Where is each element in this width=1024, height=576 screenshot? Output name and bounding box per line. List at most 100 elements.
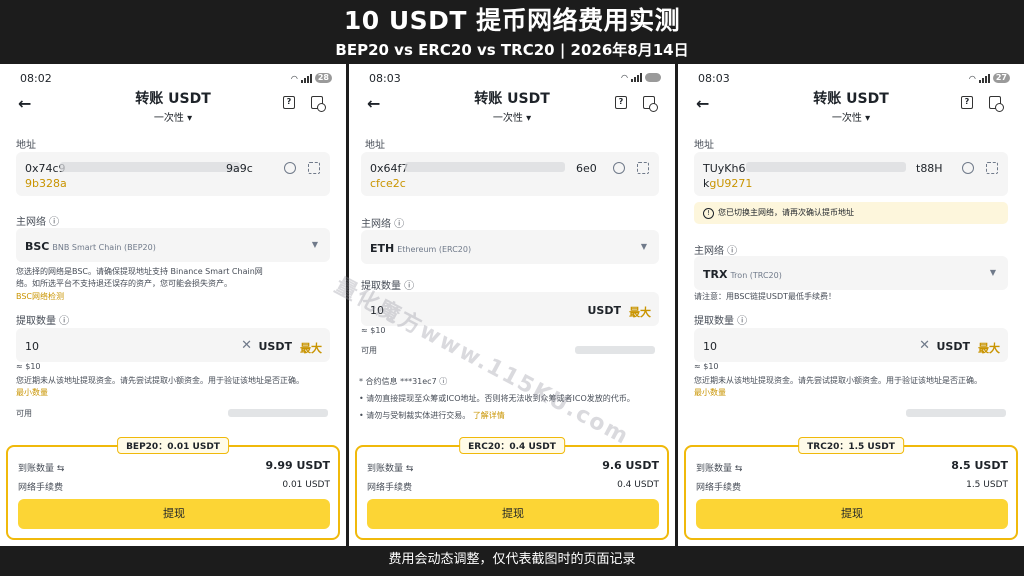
fee-row: 网络手续费 0.01 USDT	[18, 480, 330, 493]
summary-card: TRC20：1.5 USDT 到账数量 ⇆ 8.5 USDT 网络手续费 1.5 U…	[684, 437, 1018, 540]
network-name: Ethereum (ERC20)	[397, 245, 472, 254]
amount-input[interactable]: 10 ✕ USDT 最大	[694, 328, 1008, 362]
signal-icon	[631, 73, 642, 82]
available-redacted	[228, 409, 328, 417]
page-title: 10 USDT 提币网络费用实测	[343, 6, 681, 35]
network-select[interactable]: TRX Tron (TRC20) ▼	[694, 256, 1008, 290]
bep20-screen: 08:02 ◠ 28 ← 转账 USDT 一次性 ▾ ? 地址 0x74c9 9a…	[0, 64, 346, 546]
fee-row: 网络手续费 1.5 USDT	[696, 480, 1008, 493]
amount-label: 提取数量 ⓘ	[694, 316, 748, 327]
network-note: 您选择的网络是BSC。请确保提现地址支持 Binance Smart Chain…	[16, 267, 263, 288]
withdraw-button[interactable]: 提现	[18, 499, 330, 529]
receive-amount: 9.99 USDT	[265, 459, 330, 472]
sanction-warning: • 请勿与受制裁实体进行交易。 了解详情	[359, 411, 505, 420]
address-label: 地址	[16, 140, 36, 151]
page-subtitle: BEP20 vs ERC20 vs TRC20 | 2026年8月14日	[335, 41, 689, 59]
summary-card: BEP20：0.01 USDT 到账数量 ⇆ 9.99 USDT 网络手续费 0.0…	[6, 437, 340, 540]
wifi-icon: ◠	[621, 73, 628, 82]
help-icon[interactable]: ?	[615, 96, 627, 109]
status-bar: 08:03 ◠ 27	[698, 72, 1010, 86]
network-code: TRX Tron (TRC20)	[703, 268, 782, 281]
mode-selector[interactable]: 一次性 ▾	[349, 109, 675, 124]
help-icon[interactable]: ?	[961, 96, 973, 109]
erc20-screen: 08:03 ◠ ← 转账 USDT 一次性 ▾ ? 地址 0x64f7 6e0 …	[349, 64, 675, 546]
address-field[interactable]: TUyKh6 t88H kgU9271	[694, 152, 1008, 196]
status-time: 08:03	[369, 72, 401, 85]
fee-amount: 0.4 USDT	[617, 480, 659, 490]
receive-row: 到账数量 ⇆ 8.5 USDT	[696, 459, 1008, 474]
swap-icon: ⇆	[405, 464, 414, 474]
fee-amount: 1.5 USDT	[966, 480, 1008, 490]
receive-row: 到账数量 ⇆ 9.99 USDT	[18, 459, 330, 474]
help-icon[interactable]: ?	[283, 96, 295, 109]
amount-label: 提取数量 ⓘ	[361, 281, 415, 292]
min-amount-link[interactable]: 最小数量	[694, 387, 726, 399]
scan-icon[interactable]	[986, 162, 998, 174]
amount-unit: USDT	[258, 340, 293, 353]
address-book-icon[interactable]	[962, 162, 974, 174]
address-redacted	[60, 162, 240, 172]
fee-tag: ERC20：0.4 USDT	[459, 437, 565, 454]
available-redacted	[906, 409, 1006, 417]
learn-more-link[interactable]: 了解详情	[473, 411, 505, 420]
address-end: 6e0	[576, 162, 597, 175]
chevron-down-icon: ▼	[311, 240, 318, 249]
network-label: 主网络 ⓘ	[361, 219, 405, 230]
mode-selector[interactable]: 一次性 ▾	[0, 109, 346, 124]
address-book-icon[interactable]	[613, 162, 625, 174]
swap-icon: ⇆	[734, 464, 743, 474]
footer-note: 费用会动态调整，仅代表截图时的页面记录	[0, 546, 1024, 576]
max-button[interactable]: 最大	[629, 304, 651, 320]
receive-amount: 9.6 USDT	[602, 459, 659, 472]
network-select[interactable]: ETH Ethereum (ERC20) ▼	[361, 230, 659, 264]
mode-selector[interactable]: 一次性 ▾	[678, 109, 1024, 124]
amount-value: 10	[370, 304, 384, 317]
chevron-down-icon: ▼	[640, 242, 647, 251]
bsc-check-link[interactable]: BSC网络检测	[16, 291, 64, 303]
ico-warning: • 请勿直接提现至众筹或ICO地址。否则将无法收到众筹或者ICO发放的代币。	[359, 394, 635, 403]
address-book-icon[interactable]	[284, 162, 296, 174]
scan-icon[interactable]	[637, 162, 649, 174]
address-end: 9a9c	[226, 162, 253, 175]
clear-icon[interactable]: ✕	[241, 338, 252, 353]
network-name: BNB Smart Chain (BEP20)	[52, 243, 156, 252]
wifi-icon: ◠	[290, 73, 298, 83]
amount-input[interactable]: 10 ✕ USDT 最大	[16, 328, 330, 362]
amount-input[interactable]: 10 USDT 最大	[361, 292, 659, 326]
swap-icon: ⇆	[56, 464, 65, 474]
status-bar: 08:02 ◠ 28	[20, 72, 332, 86]
available-label: 可用	[361, 346, 377, 355]
network-note: 请注意：用BSC链提USDT最低手续费！	[694, 292, 836, 301]
max-button[interactable]: 最大	[978, 340, 1000, 356]
network-code: BSC BNB Smart Chain (BEP20)	[25, 240, 156, 253]
address-start: TUyKh6	[703, 162, 746, 175]
scan-icon[interactable]	[308, 162, 320, 174]
amount-value: 10	[25, 340, 39, 353]
status-time: 08:03	[698, 72, 730, 85]
chevron-down-icon: ▼	[989, 268, 996, 277]
amount-usd: ≈ $10	[16, 362, 41, 371]
summary-card: ERC20：0.4 USDT 到账数量 ⇆ 9.6 USDT 网络手续费 0.4 U…	[355, 437, 669, 540]
amount-unit: USDT	[587, 304, 622, 317]
mode-label: 一次性	[153, 113, 184, 124]
withdraw-button[interactable]: 提现	[696, 499, 1008, 529]
amount-label: 提取数量 ⓘ	[16, 316, 70, 327]
address-field[interactable]: 0x64f7 6e0 cfce2c	[361, 152, 659, 196]
signal-icon	[300, 73, 312, 83]
min-amount-link[interactable]: 最小数量	[16, 387, 48, 399]
mode-label: 一次性	[492, 113, 523, 124]
address-field[interactable]: 0x74c9 9a9c 9b328a	[16, 152, 330, 196]
network-label: 主网络 ⓘ	[16, 217, 60, 228]
withdraw-button[interactable]: 提现	[367, 499, 659, 529]
fee-tag: TRC20：1.5 USDT	[798, 437, 904, 454]
network-select[interactable]: BSC BNB Smart Chain (BEP20) ▼	[16, 228, 330, 262]
available-redacted	[575, 346, 655, 354]
history-icon[interactable]	[989, 96, 1004, 112]
recent-note: 您近期未从该地址提现资金。请先尝试提取小额资金。用于验证该地址是否正确。	[16, 376, 304, 385]
max-button[interactable]: 最大	[300, 340, 322, 356]
history-icon[interactable]	[311, 96, 326, 112]
wifi-icon: ◠	[968, 73, 976, 83]
history-icon[interactable]	[643, 96, 658, 112]
clear-icon[interactable]: ✕	[919, 338, 930, 353]
address-start: 0x64f7	[370, 162, 409, 175]
